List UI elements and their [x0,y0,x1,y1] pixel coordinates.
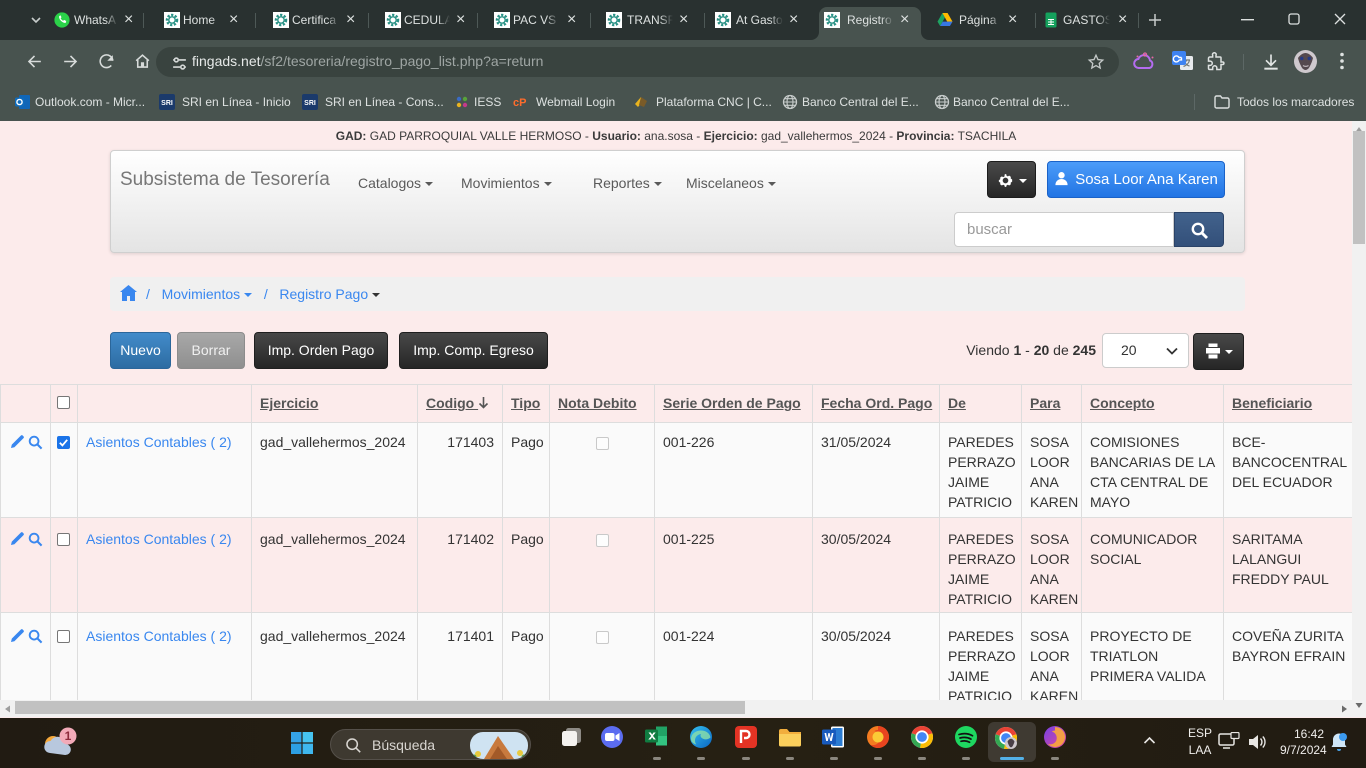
svg-text:cP: cP [513,97,526,109]
svg-text:SRI: SRI [304,100,316,107]
svg-text:SRI: SRI [161,100,173,107]
svg-text:1: 1 [65,729,72,743]
